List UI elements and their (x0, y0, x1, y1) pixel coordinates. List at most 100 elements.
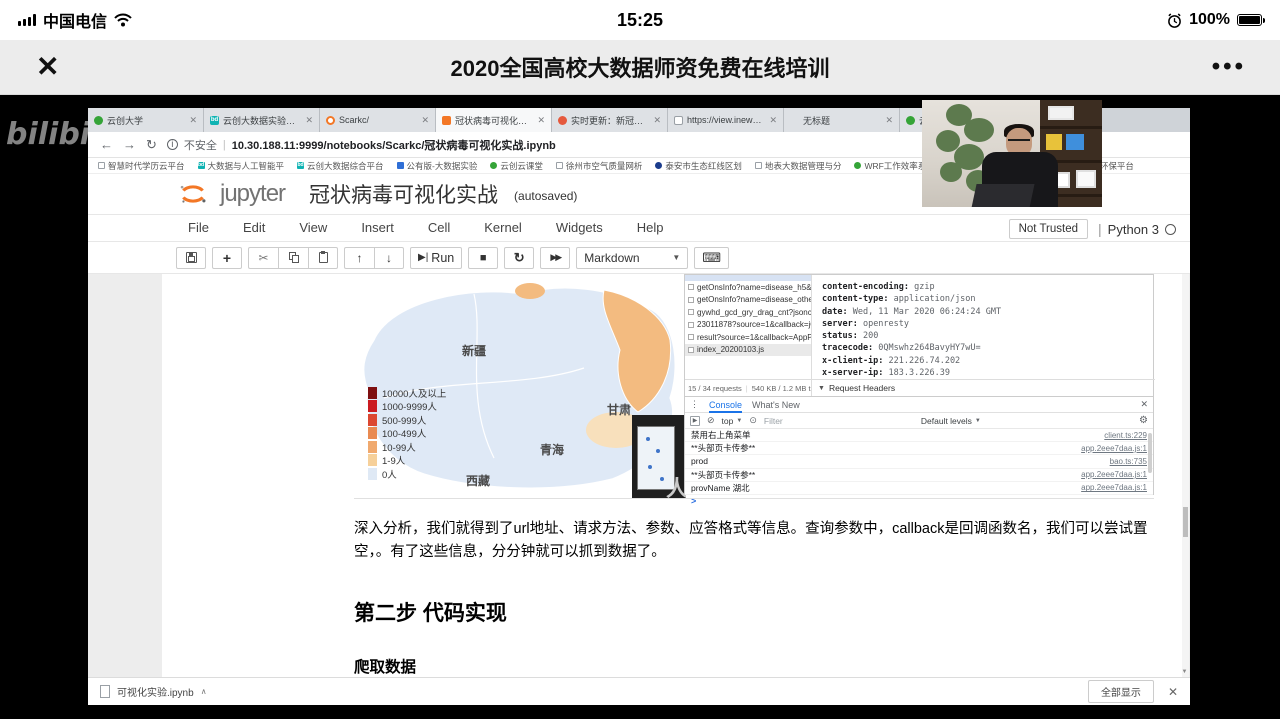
source-link[interactable]: client.ts:229 (1104, 431, 1147, 440)
bookmark-item[interactable]: 公有版-大数据实验 (397, 160, 478, 172)
legend-swatch (368, 414, 377, 426)
scroll-down-icon[interactable]: ▼ (1181, 669, 1188, 675)
request-checkbox[interactable] (688, 297, 694, 303)
command-palette-button[interactable]: ⌨ (694, 247, 729, 269)
source-link[interactable]: bao.ts:735 (1110, 457, 1147, 466)
tab-whats-new[interactable]: What's New (752, 397, 800, 413)
notebook-title[interactable]: 冠状病毒可视化实战 (309, 179, 498, 209)
stop-button[interactable]: ■ (468, 247, 498, 269)
bookmark-item[interactable]: 徐州市空气质量网析 (556, 160, 643, 172)
bookmark-item[interactable]: bd大数据与人工智能平 (198, 160, 285, 172)
request-checkbox[interactable] (688, 334, 694, 340)
bookmark-item[interactable]: 云创云课堂 (490, 160, 543, 172)
forward-icon[interactable]: → (123, 137, 136, 152)
back-icon[interactable]: ← (100, 137, 113, 152)
tab-close-icon[interactable]: ✕ (305, 115, 313, 126)
menu-widgets[interactable]: Widgets (556, 220, 603, 235)
save-button[interactable] (176, 247, 206, 269)
bookmark-item[interactable]: 地表大数据管理与分 (755, 160, 842, 172)
request-checkbox[interactable] (688, 322, 694, 328)
tab-label: 云创大数据实验平台 (223, 114, 301, 127)
context-select[interactable]: top▼ (722, 416, 743, 426)
header-value: gzip (914, 282, 934, 292)
console-sidebar-icon[interactable]: ▶ (690, 416, 700, 426)
bookmark-item[interactable]: 泰安市生态红线区划 (655, 160, 742, 172)
tab-close-icon[interactable]: ✕ (421, 115, 429, 126)
reload-icon[interactable]: ↻ (146, 137, 157, 153)
browser-tab[interactable]: 冠状病毒可视化实战 - Jupy✕ (436, 108, 552, 132)
address-bar[interactable]: i 不安全 | 10.30.188.11:9999/notebooks/Scar… (167, 137, 556, 153)
show-all-downloads-button[interactable]: 全部显示 (1088, 680, 1154, 703)
move-down-button[interactable]: ↓ (374, 247, 404, 269)
console-scrollbar[interactable] (1148, 433, 1152, 473)
menu-view[interactable]: View (299, 220, 327, 235)
paste-button[interactable] (308, 247, 338, 269)
tab-close-icon[interactable]: ✕ (769, 115, 777, 126)
menu-insert[interactable]: Insert (361, 220, 394, 235)
request-checkbox[interactable] (688, 284, 694, 290)
browser-tab[interactable]: https://view.inews.qq.co✕ (668, 108, 784, 132)
legend-label: 10-99人 (382, 440, 416, 454)
add-cell-button[interactable]: + (212, 247, 242, 269)
menu-edit[interactable]: Edit (243, 220, 265, 235)
request-checkbox[interactable] (688, 347, 694, 353)
copy-button[interactable] (278, 247, 308, 269)
bookmark-label: 公有版-大数据实验 (407, 160, 478, 172)
request-row[interactable]: 23011878?source=1&callback=jQuer... (685, 319, 811, 332)
scrollbar-thumb[interactable] (1183, 507, 1188, 537)
source-link[interactable]: app.2eee7daa.js:1 (1081, 444, 1147, 453)
eye-icon[interactable]: ⊙ (749, 415, 757, 426)
browser-tab[interactable]: bd云创大数据实验平台✕ (204, 108, 320, 132)
clear-console-icon[interactable]: ⊘ (707, 415, 715, 426)
source-link[interactable]: app.2eee7daa.js:1 (1081, 470, 1147, 479)
download-caret-icon[interactable]: ∧ (201, 687, 207, 696)
cell-type-select[interactable]: Markdown▼ (576, 247, 688, 269)
browser-tab[interactable]: 云创大学 ✕ (88, 108, 204, 132)
close-icon[interactable]: ✕ (36, 53, 59, 81)
request-headers-section[interactable]: ▼ Request Headers (812, 379, 1155, 396)
move-up-button[interactable]: ↑ (344, 247, 374, 269)
close-download-bar-icon[interactable]: ✕ (1168, 685, 1178, 699)
tab-close-icon[interactable]: ✕ (653, 115, 661, 126)
close-devtools-icon[interactable]: ✕ (1140, 399, 1148, 410)
browser-tab[interactable]: 无标题✕ (784, 108, 900, 132)
browser-tab[interactable]: Scarkc/✕ (320, 108, 436, 132)
restart-run-all-button[interactable]: ▶▶ (540, 247, 570, 269)
menu-kernel[interactable]: Kernel (484, 220, 522, 235)
devtools-panel: getOnsInfo?name=disease_h5&callba...getO… (684, 274, 1154, 495)
green-circle-favicon-icon (906, 116, 915, 125)
run-button[interactable]: ▶|Run (410, 247, 462, 269)
request-row[interactable]: gywhd_gcd_gry_drag_cnt?jsoncallbac... (685, 306, 811, 319)
bookmark-item[interactable]: bd云创大数据综合平台 (297, 160, 384, 172)
tab-label: 云创大学 (107, 114, 185, 127)
request-row[interactable]: getOnsInfo?name=disease_other&ca... (685, 294, 811, 307)
tab-close-icon[interactable]: ✕ (885, 115, 893, 126)
menu-help[interactable]: Help (637, 220, 664, 235)
source-link[interactable]: app.2eee7daa.js:1 (1081, 483, 1147, 492)
menu-file[interactable]: File (188, 220, 209, 235)
log-levels-select[interactable]: Default levels▼ (921, 416, 981, 426)
kernel-name[interactable]: Python 3 (1108, 222, 1159, 237)
cut-button[interactable]: ✂ (248, 247, 278, 269)
tab-close-icon[interactable]: ✕ (189, 115, 197, 126)
console-filter-input[interactable]: Filter (764, 416, 914, 426)
tab-console[interactable]: Console (709, 397, 742, 413)
kebab-menu-icon[interactable]: ⋮ (690, 399, 699, 410)
request-row[interactable]: getOnsInfo?name=disease_h5&callba... (685, 281, 811, 294)
not-trusted-button[interactable]: Not Trusted (1009, 219, 1088, 239)
gear-icon[interactable]: ⚙ (1139, 415, 1148, 426)
bookmark-item[interactable]: 智慧时代学历云平台 (98, 160, 185, 172)
jupyter-logo-text[interactable]: jupyter (220, 180, 285, 208)
restart-kernel-button[interactable]: ↻ (504, 247, 534, 269)
request-row[interactable]: index_20200103.js (685, 344, 811, 357)
browser-tab[interactable]: 实时更新：新冠肺炎疫情最✕ (552, 108, 668, 132)
tab-close-icon[interactable]: ✕ (537, 115, 545, 126)
download-filename[interactable]: 可视化实验.ipynb (117, 684, 194, 699)
menu-cell[interactable]: Cell (428, 220, 450, 235)
more-icon[interactable]: ••• (1212, 53, 1246, 81)
request-checkbox[interactable] (688, 309, 694, 315)
request-row[interactable]: result?source=1&callback=AppPlatfor... (685, 331, 811, 344)
site-info-icon[interactable]: i (167, 139, 178, 150)
page-scrollbar[interactable]: ▼ (1182, 274, 1189, 677)
console-prompt[interactable]: > (685, 495, 1153, 507)
